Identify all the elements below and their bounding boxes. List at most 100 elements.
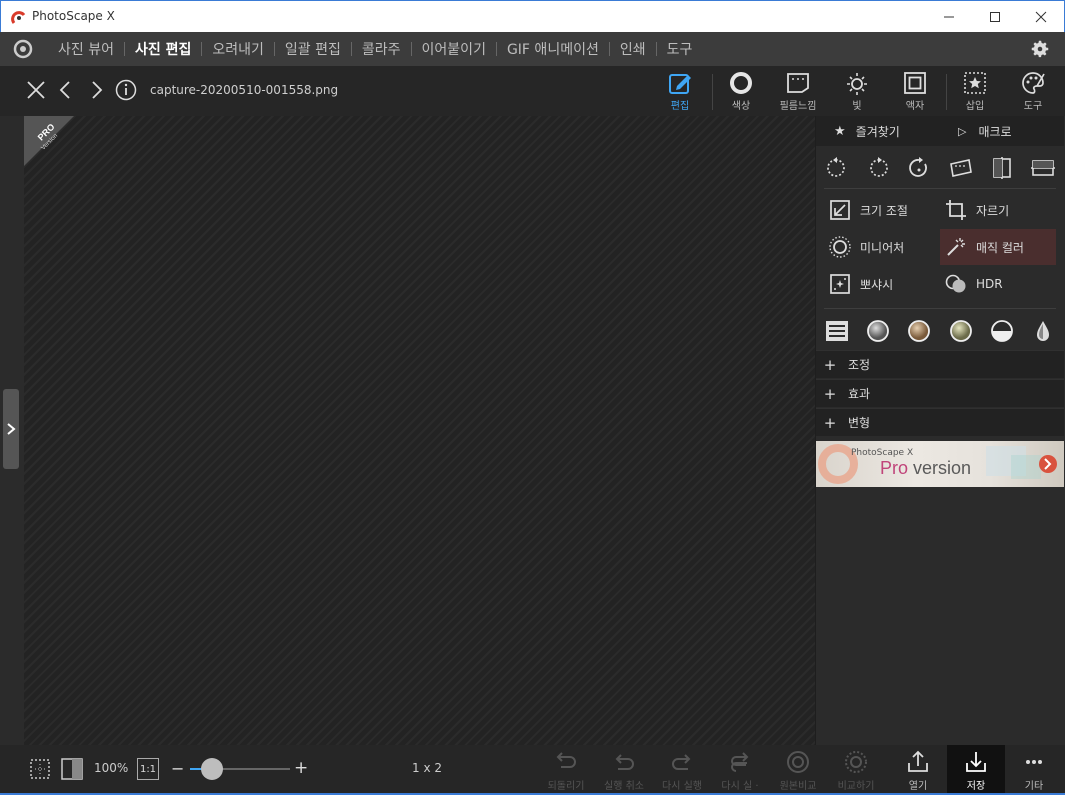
minimize-button[interactable] bbox=[926, 1, 972, 33]
section-label: 효과 bbox=[848, 387, 871, 401]
action-label: 비교하기 bbox=[837, 781, 875, 792]
action-label: 저장 bbox=[966, 781, 986, 792]
section-transform[interactable]: + 변형 bbox=[816, 408, 1064, 436]
banner-version-text: version bbox=[908, 458, 972, 478]
chevron-right-icon bbox=[7, 423, 16, 435]
settings-gear-icon[interactable] bbox=[1029, 38, 1051, 60]
favorites-button[interactable]: ★ 즐겨찾기 bbox=[816, 123, 940, 140]
app-home-icon[interactable] bbox=[12, 38, 34, 60]
macro-button[interactable]: ▷ 매크로 bbox=[940, 123, 1064, 140]
section-adjust[interactable]: + 조정 bbox=[816, 350, 1064, 378]
menu-items: 사진 뷰어 사진 편집 오려내기 일괄 편집 콜라주 이어붙이기 GIF 애니메… bbox=[48, 32, 702, 66]
expand-plus-icon: + bbox=[823, 384, 837, 403]
filter-gray-icon[interactable] bbox=[865, 318, 891, 344]
tool-film[interactable]: 필름느낌 bbox=[769, 70, 827, 114]
panel-divider bbox=[824, 188, 1056, 189]
action-label: 기타 bbox=[1024, 781, 1044, 792]
more-dots-icon bbox=[1026, 760, 1042, 764]
magic-color-button[interactable]: 매직 컬러 bbox=[940, 229, 1056, 265]
straighten-icon[interactable] bbox=[948, 155, 974, 181]
tool-frame[interactable]: 액자 bbox=[886, 70, 944, 114]
hdr-button[interactable]: HDR bbox=[940, 266, 1054, 302]
menu-tools[interactable]: 도구 bbox=[657, 39, 703, 59]
title-bar: PhotoScape X bbox=[0, 0, 1065, 32]
rotate-left-icon[interactable] bbox=[824, 155, 850, 181]
filter-drop-icon[interactable] bbox=[1030, 318, 1056, 344]
undo-icon bbox=[615, 754, 634, 770]
select-area-icon[interactable] bbox=[28, 757, 52, 781]
previous-icon[interactable] bbox=[54, 78, 78, 102]
zoom-in-button[interactable]: + bbox=[294, 758, 308, 778]
filter-sepia-icon[interactable] bbox=[906, 318, 932, 344]
miniature-button[interactable]: 미니어처 bbox=[824, 229, 938, 265]
magic-wand-icon bbox=[947, 238, 965, 256]
action-label: 되돌리기 bbox=[547, 781, 585, 792]
film-icon bbox=[787, 73, 809, 93]
tool-color[interactable]: 색상 bbox=[712, 70, 770, 114]
menu-batch-editor[interactable]: 일괄 편집 bbox=[275, 39, 351, 59]
star-icon: ★ bbox=[834, 123, 846, 139]
light-sun-icon bbox=[847, 73, 867, 95]
menu-photo-editor[interactable]: 사진 편집 bbox=[125, 39, 201, 59]
action-label: 다시 실 · bbox=[721, 781, 759, 792]
filter-tint-icon[interactable] bbox=[948, 318, 974, 344]
zoom-out-button[interactable]: − bbox=[171, 759, 184, 778]
actual-size-button[interactable]: 1:1 bbox=[137, 758, 159, 780]
more-button[interactable]: 기타 bbox=[1006, 749, 1062, 793]
expand-plus-icon: + bbox=[823, 413, 837, 432]
original-compare-button[interactable]: 원본비교 bbox=[770, 749, 826, 793]
tool-edit[interactable]: 편집 bbox=[651, 70, 709, 114]
menu-collage[interactable]: 콜라주 bbox=[352, 39, 411, 59]
redo-all-icon bbox=[731, 752, 749, 772]
menu-gif-animation[interactable]: GIF 애니메이션 bbox=[497, 39, 609, 59]
tool-label: 필름느낌 bbox=[779, 101, 817, 112]
expand-sidebar-button[interactable] bbox=[3, 389, 19, 469]
page-info: 1 x 2 bbox=[412, 761, 442, 775]
pro-version-banner[interactable]: PhotoScape X Pro version bbox=[816, 441, 1064, 487]
menu-combine[interactable]: 이어붙이기 bbox=[412, 39, 496, 59]
tool-label: 빛 bbox=[852, 101, 862, 112]
redo-all-button[interactable]: 다시 실 · bbox=[712, 749, 768, 793]
resize-button[interactable]: 크기 조절 bbox=[824, 192, 938, 228]
undo-button[interactable]: 실행 취소 bbox=[596, 749, 652, 793]
close-button[interactable] bbox=[1018, 1, 1064, 33]
rotate-right-icon[interactable] bbox=[865, 155, 891, 181]
miniature-icon bbox=[829, 236, 851, 258]
save-button[interactable]: 저장 bbox=[947, 745, 1005, 793]
crop-button[interactable]: 자르기 bbox=[940, 192, 1054, 228]
status-bar: 100% 1:1 − + 1 x 2 되돌리기 실행 취소 다시 실행 다시 실… bbox=[0, 745, 1065, 795]
feature-label: 크기 조절 bbox=[860, 203, 908, 218]
compare-view-icon[interactable] bbox=[60, 757, 84, 781]
flip-vertical-icon[interactable] bbox=[1030, 155, 1056, 181]
open-button[interactable]: 열기 bbox=[890, 749, 946, 793]
tool-label: 도구 bbox=[1023, 101, 1043, 112]
flip-horizontal-icon[interactable] bbox=[989, 155, 1015, 181]
feature-label: 자르기 bbox=[976, 203, 1010, 218]
redo-button[interactable]: 다시 실행 bbox=[654, 749, 710, 793]
compare-button[interactable]: 비교하기 bbox=[828, 749, 884, 793]
close-file-icon[interactable] bbox=[24, 78, 48, 102]
filter-halftone-icon[interactable] bbox=[989, 318, 1015, 344]
next-icon[interactable] bbox=[84, 78, 108, 102]
revert-button[interactable]: 되돌리기 bbox=[538, 749, 594, 793]
filter-list-icon[interactable] bbox=[824, 318, 850, 344]
info-icon[interactable] bbox=[114, 78, 138, 102]
tool-tools[interactable]: 도구 bbox=[1004, 70, 1062, 114]
menu-photo-viewer[interactable]: 사진 뷰어 bbox=[48, 39, 124, 59]
edit-toolbar: capture-20200510-001558.png 편집 색상 필름느낌 빛… bbox=[0, 66, 1065, 116]
zoom-slider-thumb[interactable] bbox=[201, 758, 223, 780]
image-canvas[interactable] bbox=[24, 116, 815, 745]
color-ring-icon bbox=[730, 72, 752, 94]
zoom-percentage[interactable]: 100% bbox=[94, 761, 128, 775]
tool-insert[interactable]: 삽입 bbox=[946, 70, 1004, 114]
section-effects[interactable]: + 효과 bbox=[816, 379, 1064, 407]
menu-cut-out[interactable]: 오려내기 bbox=[202, 39, 274, 59]
tool-label: 색상 bbox=[731, 101, 751, 112]
main-menu-bar: 사진 뷰어 사진 편집 오려내기 일괄 편집 콜라주 이어붙이기 GIF 애니메… bbox=[0, 32, 1065, 66]
maximize-button[interactable] bbox=[972, 1, 1018, 33]
rotate-free-icon[interactable] bbox=[906, 155, 932, 181]
tool-light[interactable]: 빛 bbox=[828, 70, 886, 114]
menu-print[interactable]: 인쇄 bbox=[610, 39, 656, 59]
bloom-button[interactable]: 뽀샤시 bbox=[824, 266, 938, 302]
crop-icon bbox=[946, 200, 966, 220]
